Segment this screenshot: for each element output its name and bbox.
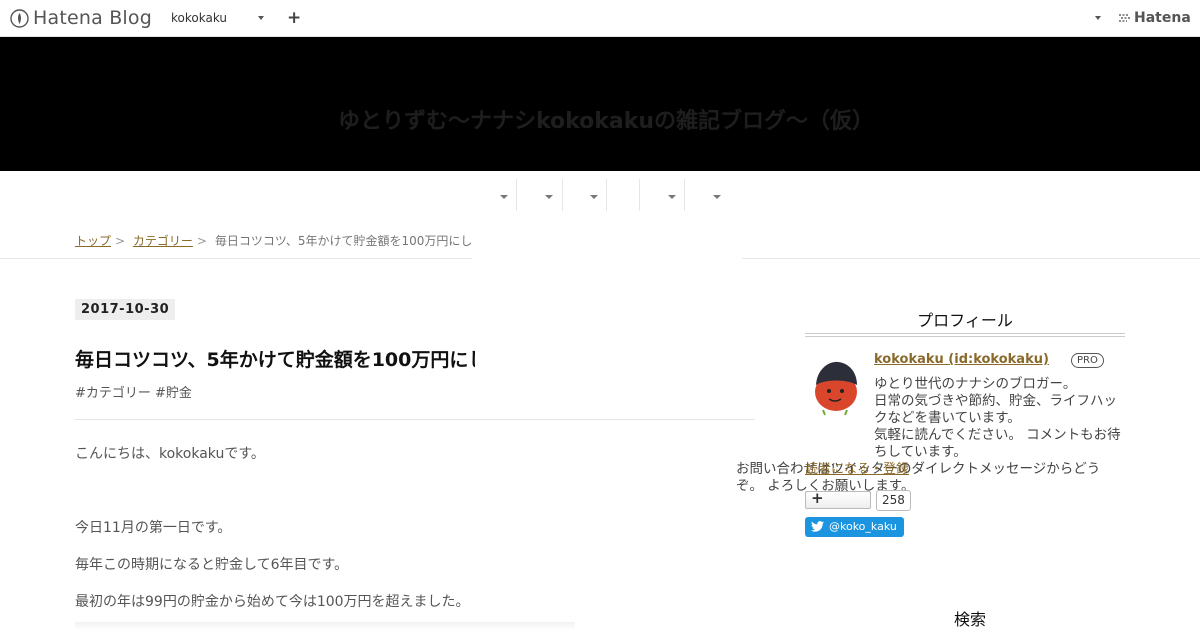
nav-divider bbox=[516, 179, 517, 211]
ad-placeholder bbox=[472, 224, 742, 424]
nav-dropdown-5-chevron-icon[interactable] bbox=[713, 195, 721, 199]
nav-dropdown-3-chevron-icon[interactable] bbox=[590, 195, 598, 199]
subscriber-count[interactable]: 258 bbox=[876, 490, 911, 511]
profile-description: ゆとり世代のナナシのブロガー。 日常の気づきや節約、貯金、ライフハックなどを書い… bbox=[736, 376, 1127, 495]
category-nav bbox=[0, 171, 1200, 221]
hatena-mark-icon bbox=[1119, 14, 1130, 22]
entry-categories[interactable]: #カテゴリー #貯金 bbox=[75, 382, 192, 401]
hatena-blog-logo[interactable]: Hatena Blog bbox=[10, 7, 152, 29]
user-menu-chevron-icon[interactable] bbox=[1095, 16, 1101, 20]
nav-dropdown-1-chevron-icon[interactable] bbox=[500, 195, 508, 199]
subscribe-button[interactable]: + bbox=[805, 489, 871, 509]
divider bbox=[75, 419, 755, 420]
entry-paragraph: 最初の年は99円の貯金から始めて今は100万円を超えました。 bbox=[75, 594, 470, 610]
profile-name-link[interactable]: kokokaku (id:kokokaku) bbox=[874, 352, 1049, 367]
hatena-brand-text: Hatena bbox=[1134, 10, 1191, 26]
reader-link[interactable]: 読者になる・登録 bbox=[805, 458, 909, 477]
blog-select[interactable]: kokokaku bbox=[171, 11, 227, 25]
divider bbox=[805, 333, 1125, 334]
entry-title[interactable]: 毎日コツコツ、5年かけて貯金額を100万円にした方法をお教えします bbox=[75, 345, 475, 372]
twitter-handle: @koko_kaku bbox=[829, 520, 897, 533]
logo-text: Hatena Blog bbox=[33, 7, 152, 29]
nav-divider bbox=[562, 179, 563, 211]
nav-divider bbox=[684, 179, 685, 211]
nav-dropdown-2-chevron-icon[interactable] bbox=[545, 195, 553, 199]
nav-dropdown-4-chevron-icon[interactable] bbox=[668, 195, 676, 199]
entry-paragraph: 毎年この時期になると貯金して6年目です。 bbox=[75, 557, 349, 573]
nav-divider bbox=[639, 179, 640, 211]
profile-heading: プロフィール bbox=[917, 311, 1013, 330]
faded-text bbox=[75, 622, 575, 630]
profile-description-line: お問い合わせはツイッターのダイレクトメッセージからどうぞ。 よろしくお願いします… bbox=[736, 461, 1101, 494]
profile-description-line: 気軽に読んでください。 コメントもお待ちしています。 bbox=[874, 427, 1121, 460]
entry-paragraph: 今日11月の第一日です。 bbox=[75, 520, 232, 536]
blog-title[interactable]: ゆとりずむ～ナナシkokokakuの雑記ブログ～（仮） bbox=[0, 103, 1200, 135]
breadcrumb-separator: > bbox=[115, 234, 126, 248]
twitter-bird-icon bbox=[811, 521, 824, 532]
breadcrumb-separator: > bbox=[196, 234, 207, 248]
blog-header: ゆとりずむ～ナナシkokokakuの雑記ブログ～（仮） bbox=[0, 37, 1200, 171]
search-heading: 検索 bbox=[953, 610, 986, 629]
profile-description-line: ゆとり世代のナナシのブロガー。 bbox=[874, 376, 1077, 392]
chevron-down-icon[interactable] bbox=[258, 16, 264, 20]
breadcrumb-home-link[interactable]: トップ bbox=[75, 234, 111, 248]
plus-icon: + bbox=[811, 489, 824, 507]
nav-divider bbox=[606, 179, 607, 211]
hatena-brand-link[interactable]: Hatena bbox=[1118, 10, 1191, 26]
breadcrumb-category-link[interactable]: カテゴリー bbox=[133, 234, 193, 248]
add-entry-button[interactable]: + bbox=[287, 8, 301, 28]
twitter-follow-button[interactable]: @koko_kaku bbox=[805, 517, 904, 537]
profile-description-line: 日常の気づきや節約、貯金、ライフハックなどを書いています。 bbox=[874, 393, 1117, 426]
entry-paragraph: こんにちは、kokokakuです。 bbox=[75, 446, 265, 462]
global-header: Hatena Blog kokokaku + Hatena bbox=[0, 0, 1200, 37]
entry-date[interactable]: 2017-10-30 bbox=[75, 299, 176, 320]
divider bbox=[805, 336, 1125, 337]
pro-badge: PRO bbox=[1071, 353, 1104, 368]
hatena-blog-pen-icon bbox=[10, 8, 29, 28]
